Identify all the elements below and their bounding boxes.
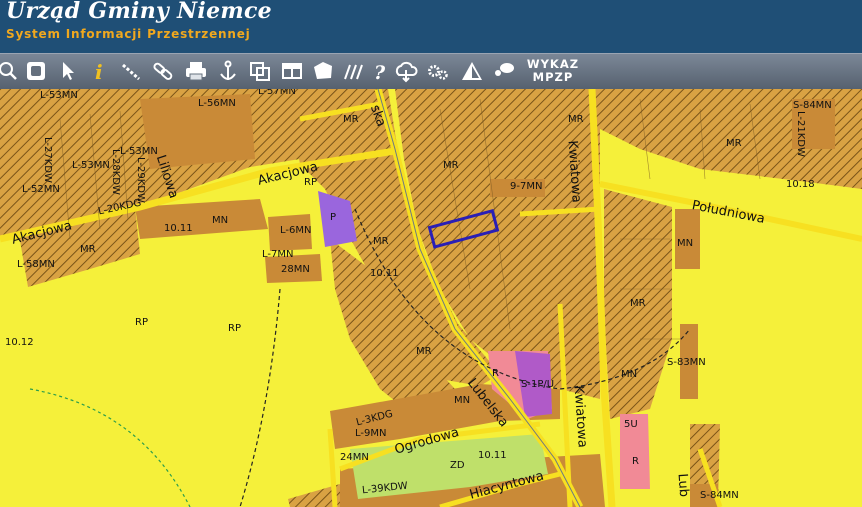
cloud-download-icon[interactable] [394,57,418,85]
zone-label-mr-7: MR [630,298,646,309]
hatch-icon[interactable] [341,57,365,85]
zone-label-p: P [330,212,337,223]
app-header: Urząd Gminy Niemce System Informacji Prz… [0,0,862,53]
zone-label-mr-4: MR [80,244,96,255]
info-icon[interactable]: i [87,57,111,85]
comment-icon[interactable] [492,57,516,85]
zone-label-mr-2: MR [568,114,584,125]
zone-label-10-12: 10.12 [5,337,34,348]
zone-label-s84mn: S-84MN [793,100,832,111]
zone-label-28mn: 28MN [281,264,310,275]
zone-label-10-11-a: 10.11 [164,223,193,234]
link-icon[interactable] [151,57,175,85]
zoom-extent-icon[interactable] [24,57,48,85]
zone-label-s84mn-bottom: S-84MN [700,490,739,501]
svg-text:i: i [95,60,103,84]
zone-label-5u: 5U [624,419,638,430]
zone-label-r-1: R [492,368,499,379]
help-icon[interactable]: ? [368,57,392,85]
zone-label-10-11-b: 10.11 [370,268,399,279]
print-icon[interactable] [184,57,208,85]
zone-label-mr-3: MR [443,160,459,171]
app-title: Urząd Gminy Niemce [6,0,272,24]
zone-label-mr-8: MR [726,138,742,149]
layout-icon[interactable] [280,57,304,85]
zone-label-10-18: 10.18 [786,179,815,190]
zone-label-9-7mn: 9-7MN [510,181,543,192]
zone-label-rp-2: RP [135,317,148,328]
zone-label-r-2: R [632,456,639,467]
zone-label-l53mn: L-53MN [72,160,110,171]
zone-label-l56mn: L-56MN [198,98,236,109]
zone-label-l6mn: L-6MN [280,225,312,236]
zone-label-l28kdw: L-28KDW [110,149,121,195]
zone-label-l7mn: L-7MN [262,249,294,260]
zone-label-l53mn-b: L-53MN [120,146,158,157]
warning-icon[interactable] [460,57,484,85]
settings-icon[interactable] [426,57,450,85]
zone-label-24mn: 24MN [340,452,369,463]
street-label-lub: Lub [674,472,692,498]
zone-label-l57mn: L-57MN [258,89,296,97]
pointer-icon[interactable] [56,57,80,85]
zone-label-s83mn: S-83MN [667,357,706,368]
measure-icon[interactable] [119,57,143,85]
layers-icon[interactable] [248,57,272,85]
zone-label-mr-5: MR [373,236,389,247]
anchor-icon[interactable] [216,57,240,85]
zone-label-mn-4: MN [454,395,471,406]
zone-label-zd: ZD [450,460,465,471]
zone-label-mr-1: MR [343,114,359,125]
zone-label-l52mn: L-52MN [22,184,60,195]
zone-label-l29kdw: L-29KDW [135,157,146,203]
zone-label-l21kdw: L-21KDW [795,111,806,157]
wykaz-mpzp-button[interactable]: WYKAZ MPZP [522,58,584,86]
zone-label-l58mn: L-58MN [17,259,55,270]
zone-label-rp-1: RP [304,177,317,188]
zone-label-10-11-c: 10.11 [478,450,507,461]
zone-label-s1pu: S-1P/U [521,379,555,390]
map-toolbar: i ? WYKAZ MPZP [0,53,862,90]
zone-label-l53mn-top: L-53MN [40,90,78,101]
zoom-icon[interactable] [0,57,20,85]
zone-label-mn-1: MN [212,215,229,226]
zone-label-mn-2: MN [677,238,694,249]
area-icon[interactable] [311,57,335,85]
map-viewport[interactable]: Akacjowa Akacjowa Liliowa ska Lubelska K… [0,89,862,507]
mpzp-label: MPZP [532,70,574,84]
svg-text:?: ? [374,62,386,84]
zone-label-l27kdw: L-27KDW [42,137,53,183]
app-subtitle: System Informacji Przestrzennej [6,27,251,41]
zone-label-l9mn: L-9MN [355,428,387,439]
zone-label-mn-3: MN [621,369,638,380]
zone-label-rp-3: RP [228,323,241,334]
zone-label-mr-6: MR [416,346,432,357]
